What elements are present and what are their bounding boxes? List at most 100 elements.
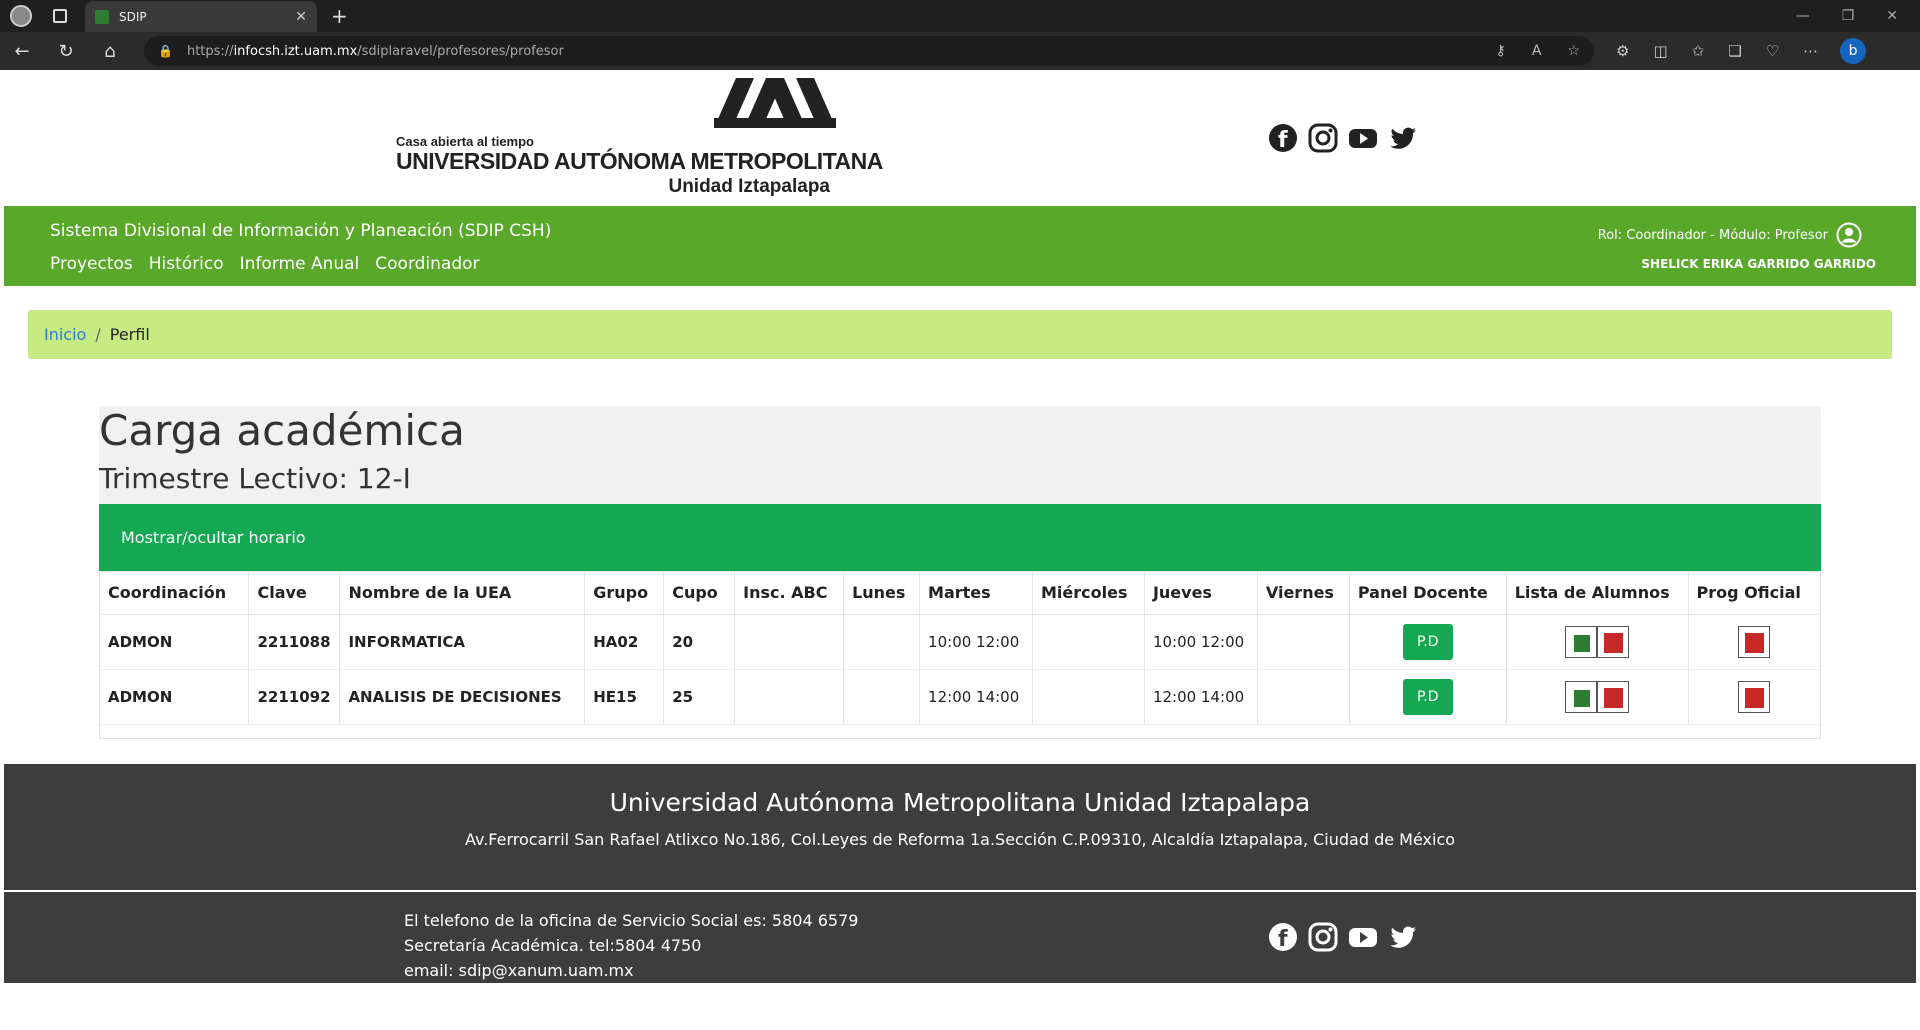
logo-unit-name: Unidad Iztapalapa bbox=[668, 176, 830, 197]
panel-docente-button[interactable]: P.D bbox=[1402, 678, 1453, 715]
logo-university-name: UNIVERSIDAD AUTÓNOMA METROPOLITANA bbox=[396, 148, 883, 174]
cell-cupo: 20 bbox=[663, 614, 736, 670]
profile-icon[interactable] bbox=[10, 5, 32, 27]
nav-item-coordinador[interactable]: Coordinador bbox=[375, 254, 479, 274]
table-header-row: Coordinación Clave Nombre de la UEA Grup… bbox=[100, 572, 1820, 615]
youtube-icon[interactable] bbox=[1348, 123, 1378, 153]
favicon-icon bbox=[95, 10, 109, 24]
footer-university: Universidad Autónoma Metropolitana Unida… bbox=[4, 764, 1916, 890]
col-viernes: Viernes bbox=[1257, 572, 1350, 615]
key-icon[interactable]: ⚷ bbox=[1496, 43, 1506, 59]
courses-table: Coordinación Clave Nombre de la UEA Grup… bbox=[99, 571, 1821, 739]
favorite-star-icon[interactable]: ☆ bbox=[1567, 43, 1580, 59]
cell-prog-oficial bbox=[1688, 669, 1820, 725]
nav-menu: Proyectos Histórico Informe Anual Coordi… bbox=[50, 254, 480, 274]
svg-text:f: f bbox=[1278, 128, 1288, 153]
breadcrumb-home-link[interactable]: Inicio bbox=[44, 325, 86, 344]
instagram-icon[interactable] bbox=[1308, 123, 1338, 153]
web-page: Casa abierta al tiempo UNIVERSIDAD AUTÓN… bbox=[4, 70, 1916, 1026]
read-aloud-icon[interactable]: A bbox=[1532, 43, 1542, 59]
pdf-icon[interactable] bbox=[1597, 680, 1630, 713]
cell-clave: 2211088 bbox=[248, 614, 341, 670]
col-prog-oficial: Prog Oficial bbox=[1688, 572, 1820, 615]
logo-tagline: Casa abierta al tiempo bbox=[396, 134, 534, 149]
nav-item-proyectos[interactable]: Proyectos bbox=[50, 254, 133, 274]
lock-icon[interactable]: 🔒 bbox=[158, 44, 173, 58]
tab-actions-icon[interactable] bbox=[53, 9, 67, 23]
twitter-icon[interactable] bbox=[1388, 123, 1418, 153]
home-icon[interactable]: ⌂ bbox=[88, 41, 132, 62]
cell-jueves: 10:00 12:00 bbox=[1144, 614, 1258, 670]
footer-contact: El telefono de la oficina de Servicio So… bbox=[4, 892, 1916, 983]
twitter-icon[interactable] bbox=[1388, 922, 1418, 952]
facebook-icon[interactable]: f bbox=[1268, 922, 1298, 952]
url-path: /sdiplaravel/profesores/profesor bbox=[357, 43, 564, 59]
table-row: ADMON 2211088 INFORMATICA HA02 20 10:00 … bbox=[100, 614, 1820, 670]
footer-social-links: f bbox=[1268, 922, 1418, 952]
breadcrumb-current: Perfil bbox=[109, 325, 150, 344]
col-clave: Clave bbox=[248, 572, 341, 615]
cell-grupo: HA02 bbox=[584, 614, 665, 670]
more-menu-icon[interactable]: ⋯ bbox=[1803, 42, 1818, 60]
youtube-icon[interactable] bbox=[1348, 922, 1378, 952]
cell-lista-alumnos bbox=[1506, 669, 1689, 725]
health-icon[interactable]: ♡ bbox=[1766, 42, 1779, 60]
system-name[interactable]: Sistema Divisional de Información y Plan… bbox=[50, 221, 551, 241]
breadcrumb-separator: / bbox=[95, 325, 101, 344]
col-martes: Martes bbox=[919, 572, 1033, 615]
pdf-icon[interactable] bbox=[1738, 680, 1771, 713]
url-host: infocsh.izt.uam.mx bbox=[233, 43, 358, 59]
cell-cupo: 25 bbox=[663, 669, 736, 725]
new-tab-icon[interactable]: + bbox=[331, 4, 348, 28]
browser-tab-strip: SDIP ✕ + — ❐ ✕ bbox=[0, 0, 1920, 33]
facebook-icon[interactable]: f bbox=[1268, 123, 1298, 153]
cell-coordinacion: ADMON bbox=[100, 669, 250, 725]
minimize-icon[interactable]: — bbox=[1796, 8, 1810, 24]
cell-panel-docente: P.D bbox=[1349, 614, 1507, 670]
url-prefix: https:// bbox=[186, 43, 234, 59]
nav-item-informe-anual[interactable]: Informe Anual bbox=[240, 254, 360, 274]
role-info[interactable]: Rol: Coordinador - Módulo: Profesor bbox=[1598, 222, 1862, 248]
excel-icon[interactable] bbox=[1565, 625, 1598, 658]
header-social-links: f bbox=[1268, 123, 1418, 153]
browser-tab[interactable]: SDIP ✕ bbox=[85, 1, 317, 33]
copilot-icon[interactable]: b bbox=[1840, 38, 1867, 64]
col-coordinacion: Coordinación bbox=[100, 572, 250, 615]
url-field[interactable]: 🔒 https://infocsh.izt.uam.mx/sdiplaravel… bbox=[144, 36, 1594, 66]
cell-panel-docente: P.D bbox=[1349, 669, 1507, 725]
collections-icon[interactable]: ❏ bbox=[1728, 42, 1741, 60]
instagram-icon[interactable] bbox=[1308, 922, 1338, 952]
toggle-schedule-button[interactable]: Mostrar/ocultar horario bbox=[99, 504, 1821, 571]
col-jueves: Jueves bbox=[1144, 572, 1258, 615]
close-window-icon[interactable]: ✕ bbox=[1886, 8, 1898, 24]
split-screen-icon[interactable]: ◫ bbox=[1653, 42, 1667, 60]
favorites-icon[interactable]: ✩ bbox=[1692, 42, 1705, 60]
footer-email[interactable]: email: sdip@xanum.uam.mx bbox=[404, 958, 858, 983]
pdf-icon[interactable] bbox=[1738, 625, 1771, 658]
col-lunes: Lunes bbox=[843, 572, 921, 615]
pdf-icon[interactable] bbox=[1597, 625, 1630, 658]
excel-icon[interactable] bbox=[1565, 680, 1598, 713]
restore-icon[interactable]: ❐ bbox=[1842, 8, 1855, 24]
col-grupo: Grupo bbox=[584, 572, 665, 615]
refresh-icon[interactable]: ↻ bbox=[44, 41, 88, 62]
cell-lunes bbox=[843, 669, 921, 725]
nav-item-historico[interactable]: Histórico bbox=[149, 254, 224, 274]
extensions-icon[interactable]: ⚙ bbox=[1616, 42, 1629, 60]
cell-viernes bbox=[1257, 669, 1350, 725]
cell-jueves: 12:00 14:00 bbox=[1144, 669, 1258, 725]
user-avatar-icon[interactable] bbox=[1836, 222, 1862, 248]
back-icon[interactable]: ← bbox=[0, 41, 44, 62]
close-tab-icon[interactable]: ✕ bbox=[295, 9, 307, 25]
cell-miercoles bbox=[1032, 614, 1145, 670]
cell-nombre: ANALISIS DE DECISIONES bbox=[339, 669, 586, 725]
cell-lunes bbox=[843, 614, 921, 670]
page-title: Carga académica bbox=[99, 406, 465, 455]
main-navbar: Sistema Divisional de Información y Plan… bbox=[4, 206, 1916, 286]
col-insc-abc: Insc. ABC bbox=[734, 572, 845, 615]
panel-docente-button[interactable]: P.D bbox=[1402, 623, 1453, 660]
cell-insc-abc bbox=[734, 614, 845, 670]
uam-logo[interactable]: Casa abierta al tiempo UNIVERSIDAD AUTÓN… bbox=[396, 78, 883, 197]
footer-university-name: Universidad Autónoma Metropolitana Unida… bbox=[609, 788, 1311, 817]
footer-phone: El telefono de la oficina de Servicio So… bbox=[404, 911, 859, 930]
